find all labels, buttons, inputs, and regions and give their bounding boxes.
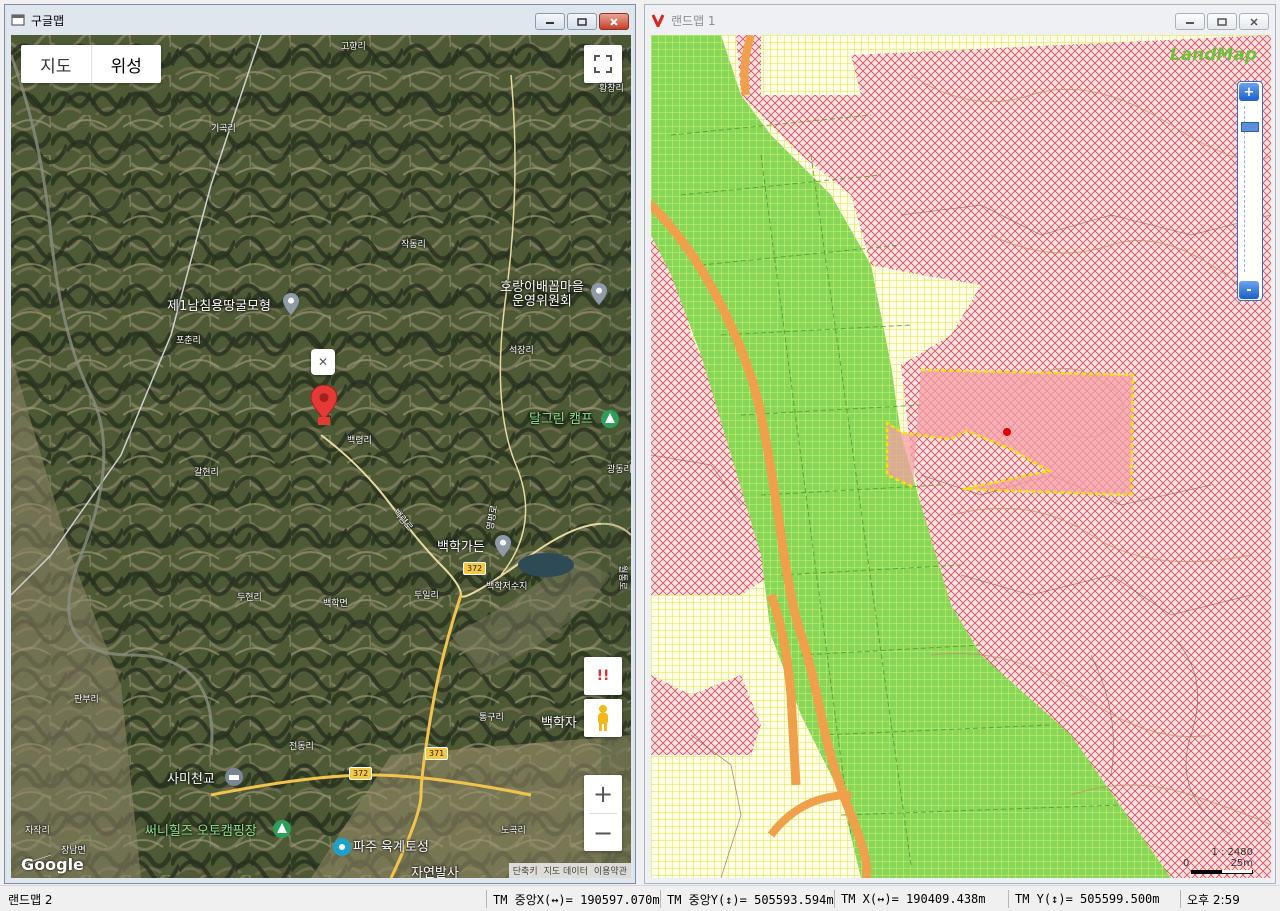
poi-label[interactable]: 호랑이배꼽마을 운영위원회 xyxy=(497,280,587,310)
status-clock: 오후 2:59 xyxy=(1180,890,1276,908)
place-label: 백학면 xyxy=(323,599,348,609)
scale-length: 25m xyxy=(1230,858,1253,869)
scale-zero: 0 xyxy=(1183,858,1190,869)
window-title: 구글맵 xyxy=(31,13,65,28)
zoom-out-button[interactable]: − xyxy=(584,814,622,851)
place-label: 판부리 xyxy=(74,695,99,705)
place-label: 백학저수지 xyxy=(486,582,528,592)
status-tm-center-x: TM 중앙X(↔)= 190597.070m xyxy=(486,890,660,908)
maximize-button[interactable] xyxy=(1207,13,1237,30)
status-tm-y: TM Y(↕)= 505599.500m xyxy=(1008,890,1178,908)
google-map-window: 구글맵 지도 위성 고향리 기곡리 작동리 석장리 포춘리 백령리 갈현리 광동… xyxy=(4,4,636,884)
camp-icon[interactable] xyxy=(601,409,619,429)
info-window-close[interactable]: ✕ xyxy=(311,349,335,375)
minimize-button[interactable] xyxy=(535,13,565,30)
poi-label[interactable]: 달그린 캠프 xyxy=(529,412,593,427)
pegman-icon xyxy=(598,705,608,731)
place-label: 백령리 xyxy=(347,436,372,446)
scale-indicator: 1 : 2480 0 25m xyxy=(1183,847,1253,874)
landmap-viewport[interactable]: LandMap + - 1 : 2480 0 25m xyxy=(651,35,1271,878)
close-icon xyxy=(1250,17,1258,26)
poi-label[interactable]: 자연발사 xyxy=(411,866,459,878)
place-label: 두현리 xyxy=(237,593,262,603)
status-tm-center-y: TM 중앙Y(↕)= 505593.594m xyxy=(660,890,834,908)
google-logo[interactable]: Google xyxy=(21,855,84,874)
place-label: 갈현리 xyxy=(194,468,219,478)
title-bar[interactable]: 랜드맵 1 xyxy=(645,5,1275,35)
minimize-icon xyxy=(546,21,554,24)
place-label: 자작리 xyxy=(25,826,50,836)
road-shield: 372 xyxy=(349,767,373,780)
app-icon xyxy=(11,13,25,27)
poi-pin-icon[interactable] xyxy=(283,293,299,315)
place-label: 기곡리 xyxy=(211,124,236,134)
poi-label[interactable]: 백학자 xyxy=(541,716,577,731)
attribution-bar: 단축키 지도 데이터 이용약관 xyxy=(508,863,631,878)
minimize-icon xyxy=(1186,21,1194,24)
status-bar: 랜드맵 2 TM 중앙X(↔)= 190597.070m TM 중앙Y(↕)= … xyxy=(0,885,1280,911)
poi-label[interactable]: 제1남침용땅굴모형 xyxy=(167,299,271,314)
status-active-window: 랜드맵 2 xyxy=(8,892,53,907)
satellite-imagery[interactable] xyxy=(11,35,631,878)
keyboard-shortcuts-link[interactable]: 단축키 xyxy=(513,864,538,877)
fullscreen-button[interactable] xyxy=(584,45,622,83)
map-type-satellite[interactable]: 위성 xyxy=(90,45,162,83)
title-bar[interactable]: 구글맵 xyxy=(5,5,635,35)
camp-icon[interactable] xyxy=(273,819,291,839)
close-button[interactable] xyxy=(1239,13,1269,30)
bridge-icon[interactable] xyxy=(225,767,243,787)
error-indicator-button[interactable]: !! xyxy=(584,657,622,695)
fullscreen-icon xyxy=(594,55,612,73)
poi-label[interactable]: 사미천교 xyxy=(167,772,215,787)
place-label: 통구리 xyxy=(479,713,504,723)
poi-label[interactable]: 백학가든 xyxy=(437,540,485,555)
road-shield: 371 xyxy=(425,747,449,760)
close-icon xyxy=(610,17,618,26)
pegman-button[interactable] xyxy=(584,699,622,737)
place-label: 포춘리 xyxy=(176,336,201,346)
zoom-out-button[interactable]: - xyxy=(1239,281,1259,299)
close-button[interactable] xyxy=(599,13,629,30)
place-label: 노곡리 xyxy=(501,826,526,836)
map-data-link[interactable]: 지도 데이터 xyxy=(544,864,588,877)
maximize-icon xyxy=(1217,17,1227,26)
poi-label[interactable]: 파주 육계토성 xyxy=(353,840,429,855)
cadastral-zoning-map[interactable] xyxy=(651,35,1271,878)
scale-bar xyxy=(1191,870,1253,874)
poi-pin-icon[interactable] xyxy=(591,283,607,305)
map-viewport[interactable]: 지도 위성 고향리 기곡리 작동리 석장리 포춘리 백령리 갈현리 광동리 두현… xyxy=(11,35,631,878)
map-type-map[interactable]: 지도 xyxy=(21,45,91,83)
zoom-in-button[interactable]: + xyxy=(584,775,622,813)
place-label: 두일리 xyxy=(414,591,439,601)
minimize-button[interactable] xyxy=(1175,13,1205,30)
place-label: 광동리 xyxy=(607,465,631,475)
place-label: 고향리 xyxy=(341,42,366,52)
place-label: 전동리 xyxy=(289,742,314,752)
location-marker-icon[interactable] xyxy=(311,385,337,427)
maximize-icon xyxy=(577,17,587,26)
status-tm-x: TM X(↔)= 190409.438m xyxy=(834,890,1006,908)
landmap-app-icon xyxy=(651,13,665,27)
road-name: 월통로 xyxy=(616,565,627,590)
window-title: 랜드맵 1 xyxy=(671,13,716,28)
zoom-in-button[interactable]: + xyxy=(1239,83,1259,101)
zoom-control: + − xyxy=(584,775,622,851)
terms-link[interactable]: 이용약관 xyxy=(594,864,627,877)
place-label: 석장리 xyxy=(509,346,534,356)
place-label: 황창리 xyxy=(599,84,624,94)
map-type-toggle: 지도 위성 xyxy=(21,45,161,83)
zoom-thumb[interactable] xyxy=(1241,122,1259,132)
scale-ratio: 1 : 2480 xyxy=(1211,847,1253,858)
landmap-window: 랜드맵 1 LandMap + - 1: 2480 0 25m xyxy=(644,4,1276,884)
place-label: 작동리 xyxy=(401,240,426,250)
landmark-icon[interactable] xyxy=(333,837,351,857)
maximize-button[interactable] xyxy=(567,13,597,30)
poi-label[interactable]: 써니힐즈 오토캠핑장 xyxy=(145,824,257,839)
road-shield: 372 xyxy=(463,562,487,575)
zoom-slider[interactable]: + - xyxy=(1237,81,1263,301)
landmap-logo: LandMap xyxy=(1169,45,1257,65)
poi-pin-icon[interactable] xyxy=(495,535,511,557)
